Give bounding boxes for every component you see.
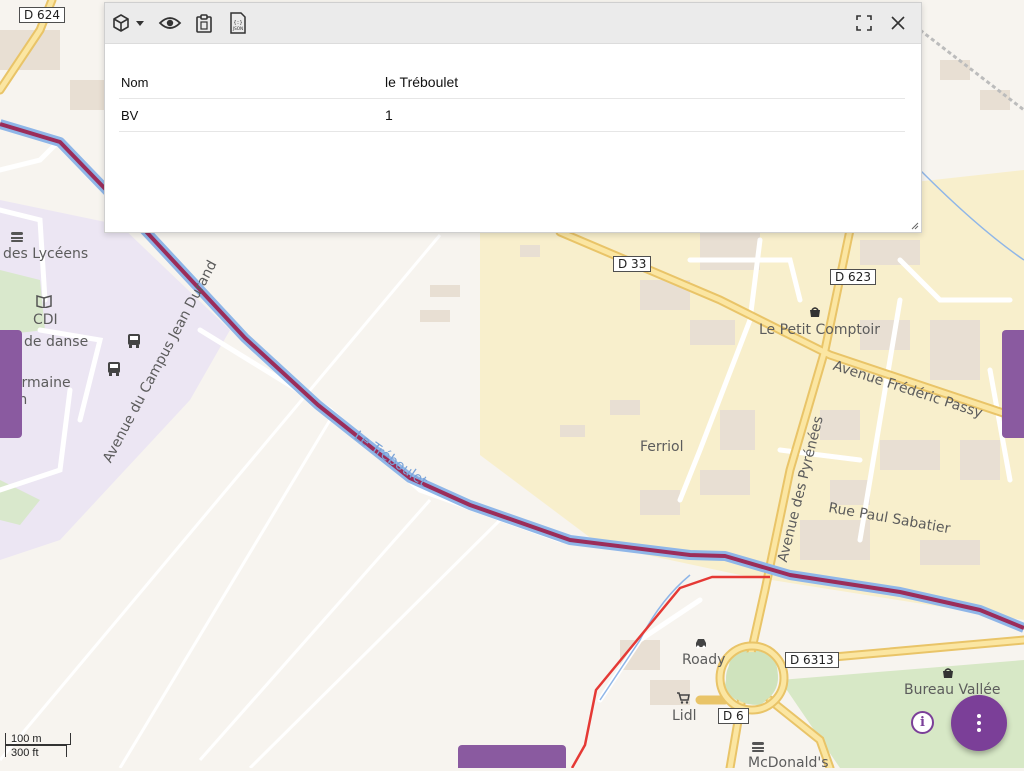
clipboard-icon: [196, 14, 212, 33]
restaurant-icon: [752, 742, 764, 752]
attribute-table: Nom le Tréboulet BV 1: [119, 66, 905, 132]
place-label: McDonald's: [748, 755, 829, 771]
close-icon: [891, 16, 905, 30]
place-label: Lidl: [672, 708, 697, 724]
attribute-row: Nom le Tréboulet: [119, 66, 905, 99]
road-label-d6313: D 6313: [785, 652, 839, 668]
attribute-row: BV 1: [119, 98, 905, 132]
main-menu-button[interactable]: [951, 695, 1007, 751]
caret-down-icon[interactable]: [135, 18, 145, 28]
eye-icon: [158, 17, 182, 29]
cube-icon: [113, 14, 129, 32]
attribute-key: BV: [119, 98, 383, 132]
place-label: CDI: [33, 312, 58, 328]
restaurant-icon: [11, 232, 23, 242]
place-label: Le Petit Comptoir: [759, 322, 881, 338]
scale-bar: 100 m 300 ft: [5, 733, 71, 759]
json-file-icon: {:}JSON: [230, 12, 246, 34]
right-drawer-tab[interactable]: [1002, 330, 1024, 438]
shop-icon: [810, 307, 820, 317]
bus-stop-icon: [128, 334, 140, 348]
zoom-to-feature-button[interactable]: [153, 7, 187, 39]
more-vertical-icon: [977, 714, 981, 732]
place-label: Ferriol: [640, 439, 684, 455]
info-icon: i: [920, 715, 925, 730]
attribute-value: le Tréboulet: [383, 66, 905, 99]
bus-stop-icon: [108, 362, 120, 376]
attribute-key: Nom: [119, 66, 383, 99]
resize-handle[interactable]: [911, 222, 919, 230]
scale-metric: 100 m: [5, 733, 71, 745]
left-drawer-tab[interactable]: [0, 330, 22, 438]
fullscreen-button[interactable]: [847, 7, 881, 39]
shop-icon: [943, 668, 953, 678]
json-icon-label: JSON: [232, 26, 243, 31]
export-json-button[interactable]: {:} JSON: [221, 7, 255, 39]
road-label-d6: D 6: [718, 708, 749, 724]
fullscreen-icon: [856, 15, 872, 31]
road-label-d623: D 623: [830, 269, 876, 285]
copy-button[interactable]: [187, 7, 221, 39]
close-panel-button[interactable]: [881, 7, 915, 39]
attribution-info-button[interactable]: i: [911, 711, 934, 734]
cart-icon: [677, 692, 690, 704]
bottom-drawer-tab[interactable]: [458, 745, 566, 768]
scale-imperial: 300 ft: [5, 745, 67, 759]
place-label: de danse: [24, 334, 89, 350]
library-icon: [36, 295, 52, 308]
panel-toolbar: {:} JSON: [105, 3, 921, 44]
road-label-d33: D 33: [613, 256, 652, 272]
layer-select-button[interactable]: [111, 7, 145, 39]
feature-info-panel: {:} JSON Nom le Tréboulet BV 1: [104, 2, 922, 233]
attribute-value: 1: [383, 98, 905, 132]
road-label-d624: D 624: [19, 7, 65, 23]
place-label: des Lycéens: [3, 246, 89, 262]
place-label: Roady: [682, 652, 726, 668]
car-icon: [696, 639, 706, 649]
